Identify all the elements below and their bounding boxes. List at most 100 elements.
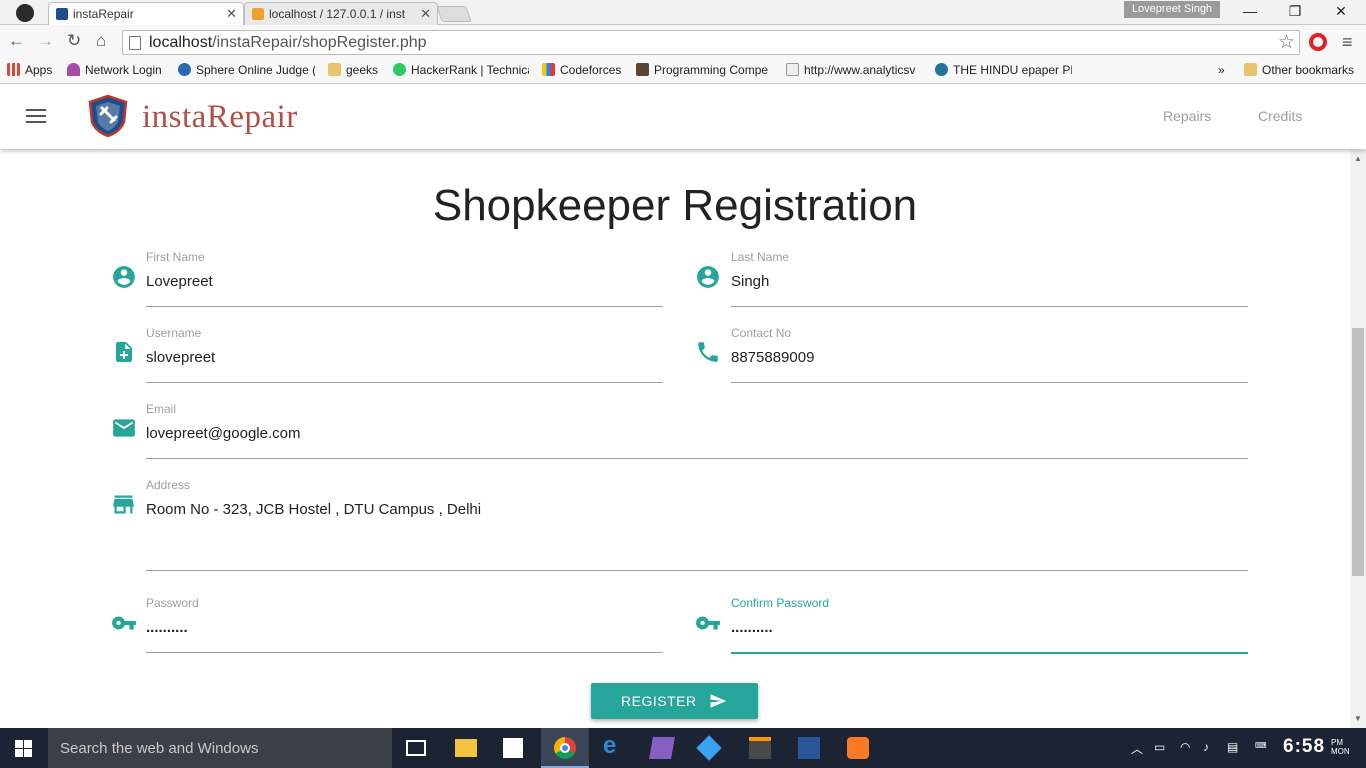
word-icon[interactable]	[798, 737, 820, 759]
email-input[interactable]: lovepreet@google.com	[146, 425, 300, 442]
windows-start-icon[interactable]	[15, 740, 32, 757]
address-label: Address	[146, 478, 191, 492]
wifi-icon[interactable]: ◠	[1180, 740, 1190, 754]
bookmark-network-login[interactable]: Network Login	[67, 63, 162, 77]
back-icon[interactable]: ←	[8, 31, 25, 51]
address-textarea[interactable]: Room No - 323, JCB Hostel , DTU Campus ,…	[146, 501, 481, 518]
tab-instarepair[interactable]: instaRepair ✕	[48, 2, 244, 25]
close-tab-icon[interactable]: ✕	[226, 6, 237, 22]
sublime-text-icon[interactable]	[749, 737, 771, 759]
username-field[interactable]: Username slovepreet	[146, 326, 663, 383]
tab-title: localhost / 127.0.0.1 / inst	[269, 7, 406, 21]
file-explorer-icon[interactable]	[455, 739, 477, 757]
bookmarks-overflow-icon[interactable]: »	[1218, 63, 1225, 77]
new-tab-button[interactable]	[436, 6, 472, 22]
sourcetree-icon[interactable]	[696, 735, 722, 761]
minimize-icon[interactable]: —	[1242, 3, 1258, 19]
phone-icon	[698, 342, 718, 362]
codechef-icon	[636, 63, 649, 76]
last-name-label: Last Name	[731, 250, 790, 264]
task-view-icon[interactable]	[406, 740, 426, 756]
tab-phpmyadmin[interactable]: localhost / 127.0.0.1 / inst ✕	[244, 2, 438, 25]
input-underline	[731, 382, 1248, 383]
confirm-password-label: Confirm Password	[731, 596, 830, 610]
bookmark-other[interactable]: Other bookmarks	[1244, 63, 1354, 77]
register-label: REGISTER	[621, 693, 697, 709]
hackerrank-icon	[393, 63, 406, 76]
edge-icon[interactable]: e	[603, 732, 625, 759]
account-circle-icon	[113, 266, 135, 288]
address-field[interactable]: Address Room No - 323, JCB Hostel , DTU …	[146, 478, 1248, 571]
first-name-input[interactable]: Lovepreet	[146, 273, 213, 290]
scroll-down-icon[interactable]: ▼	[1354, 714, 1362, 723]
reload-icon[interactable]: ↻	[67, 31, 81, 51]
password-label: Password	[146, 596, 199, 610]
keyboard-lang-icon[interactable]: ⌨	[1255, 741, 1267, 750]
bookmark-hindu[interactable]: THE HINDU epaper PD	[935, 63, 1072, 77]
codeforces-icon	[542, 63, 555, 76]
bookmark-hackerrank[interactable]: HackerRank | Technica	[393, 63, 529, 77]
bookmark-geeks[interactable]: geeks	[328, 63, 378, 77]
address-bar[interactable]: localhost/instaRepair/shopRegister.php ☆	[122, 30, 1300, 55]
close-tab-icon[interactable]: ✕	[420, 6, 431, 22]
store-app-icon[interactable]	[503, 738, 523, 758]
last-name-field[interactable]: Last Name Singh	[731, 250, 1248, 307]
folder-icon	[328, 63, 341, 76]
url-text[interactable]: localhost/instaRepair/shopRegister.php	[149, 34, 427, 52]
apps-grid-icon	[7, 63, 20, 76]
battery-icon[interactable]: ▭	[1154, 740, 1165, 754]
bookmark-codeforces[interactable]: Codeforces	[542, 63, 621, 77]
brand-name[interactable]: instaRepair	[142, 99, 298, 136]
chrome-taskbar-button[interactable]	[541, 728, 589, 768]
scroll-up-icon[interactable]: ▲	[1354, 154, 1362, 163]
volume-icon[interactable]: ♪	[1203, 740, 1209, 754]
tab-title: instaRepair	[73, 7, 134, 21]
home-icon[interactable]: ⌂	[96, 31, 106, 51]
input-underline	[731, 306, 1248, 307]
restore-icon[interactable]: ❐	[1287, 3, 1303, 20]
spoj-icon	[178, 63, 191, 76]
taskbar-search[interactable]: Search the web and Windows	[48, 728, 392, 768]
forward-icon[interactable]: →	[37, 31, 54, 51]
visual-studio-icon[interactable]	[649, 737, 675, 759]
xampp-icon[interactable]	[847, 737, 869, 759]
github-icon[interactable]	[16, 4, 34, 22]
bookmark-programming[interactable]: Programming Compe	[636, 63, 772, 77]
email-field[interactable]: Email lovepreet@google.com	[146, 402, 1248, 459]
bookmark-analytics[interactable]: http://www.analyticsv	[786, 63, 921, 77]
page-content: Shopkeeper Registration First Name Lovep…	[0, 150, 1350, 728]
taskbar-clock[interactable]: 6:58	[1283, 736, 1325, 758]
confirm-password-field[interactable]: Confirm Password ..........	[731, 596, 1248, 654]
shield-logo-icon	[88, 94, 128, 138]
contact-input[interactable]: 8875889009	[731, 349, 814, 366]
notifications-icon[interactable]: ▤	[1227, 740, 1238, 754]
bookmark-apps[interactable]: Apps	[7, 63, 52, 77]
tray-expand-icon[interactable]: ︿	[1131, 740, 1143, 757]
username-label: Username	[146, 326, 202, 340]
password-field[interactable]: Password ..........	[146, 596, 663, 653]
clock-ampm: PM MON	[1331, 738, 1350, 756]
bookmark-spoj[interactable]: Sphere Online Judge (	[178, 63, 315, 77]
contact-field[interactable]: Contact No 8875889009	[731, 326, 1248, 383]
last-name-input[interactable]: Singh	[731, 273, 769, 290]
profile-button[interactable]: Lovepreet Singh	[1124, 1, 1220, 18]
scrollbar-thumb[interactable]	[1352, 328, 1364, 576]
bookmark-star-icon[interactable]: ☆	[1278, 31, 1295, 54]
confirm-password-input[interactable]: ..........	[731, 619, 773, 636]
close-window-icon[interactable]: ✕	[1333, 3, 1349, 20]
browser-menu-icon[interactable]: ≡	[1342, 32, 1353, 53]
windows-taskbar: Search the web and Windows e ︿ ▭ ◠ ♪ ▤ ⌨…	[0, 728, 1366, 768]
password-input[interactable]: ..........	[146, 619, 188, 636]
opera-extension-icon[interactable]	[1309, 33, 1327, 51]
register-button[interactable]: REGISTER	[591, 683, 758, 719]
nav-repairs-link[interactable]: Repairs	[1163, 108, 1211, 124]
email-icon	[113, 419, 135, 437]
note-add-icon	[116, 342, 132, 362]
username-input[interactable]: slovepreet	[146, 349, 215, 366]
nav-credits-link[interactable]: Credits	[1258, 108, 1302, 124]
hamburger-menu-icon[interactable]	[26, 109, 46, 123]
page-scrollbar[interactable]: ▲ ▼	[1350, 150, 1366, 728]
first-name-field[interactable]: First Name Lovepreet	[146, 250, 663, 307]
instarepair-favicon-icon	[56, 8, 68, 20]
input-underline	[146, 652, 663, 653]
